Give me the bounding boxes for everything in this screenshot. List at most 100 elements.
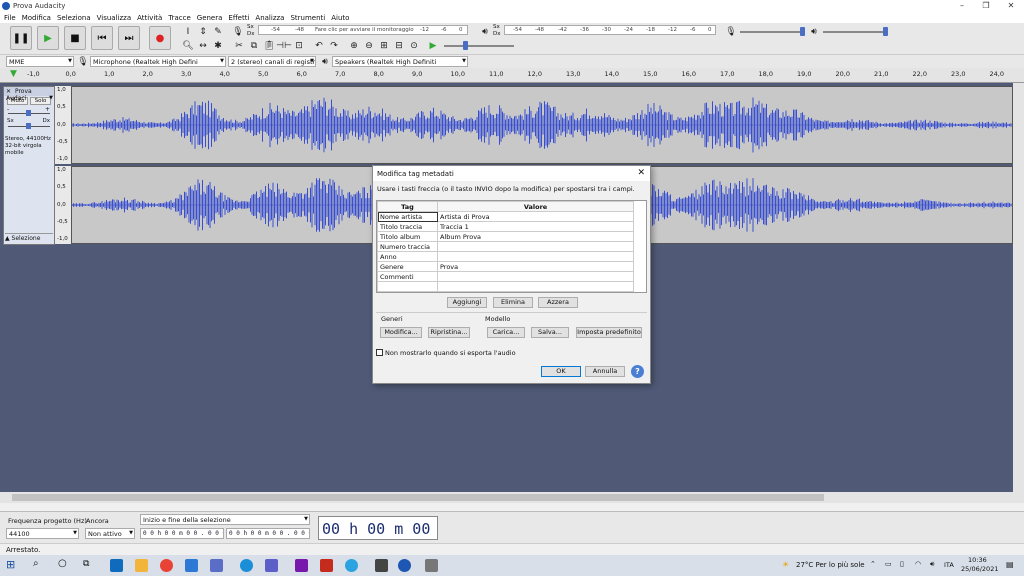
menu-tracks[interactable]: Tracce: [168, 14, 190, 22]
tag-cell[interactable]: Numero traccia: [377, 241, 438, 252]
menu-effect[interactable]: Effetti: [228, 14, 249, 22]
multi-tool-icon[interactable]: ✱: [211, 39, 225, 52]
menu-transport[interactable]: Attività: [137, 14, 162, 22]
menu-select[interactable]: Seleziona: [57, 14, 91, 22]
audio-host-select[interactable]: MME ▼: [6, 56, 74, 67]
wifi-icon[interactable]: ◠: [915, 560, 921, 568]
battery-icon[interactable]: ▯: [900, 560, 904, 568]
chrome-icon[interactable]: [160, 559, 173, 572]
word-icon[interactable]: [185, 559, 198, 572]
value-cell[interactable]: Artista di Prova: [437, 211, 634, 222]
stop-button[interactable]: ■: [64, 26, 86, 50]
tag-cell[interactable]: Genere: [377, 261, 438, 272]
app-icon[interactable]: [375, 559, 388, 572]
play-speed-thumb[interactable]: [463, 41, 468, 50]
value-cell[interactable]: [437, 271, 634, 282]
horizontal-scroll-thumb[interactable]: [12, 494, 824, 501]
redo-icon[interactable]: ↷: [327, 39, 341, 52]
edit-genres-button[interactable]: Modifica...: [380, 327, 422, 338]
record-meter[interactable]: -54 -48 Fare clic per avviare il monitor…: [258, 25, 468, 35]
play-speed-slider[interactable]: [444, 45, 514, 47]
teams-chat-icon[interactable]: [265, 559, 278, 572]
fit-project-icon[interactable]: ⊟: [392, 39, 406, 52]
close-track-icon[interactable]: ✕: [6, 88, 11, 95]
menu-generate[interactable]: Genera: [197, 14, 223, 22]
recording-device-select[interactable]: Microphone (Realtek High Defini ▼: [90, 56, 226, 67]
solo-button[interactable]: Solo: [30, 97, 51, 105]
clock-date[interactable]: 25/06/2021: [961, 565, 998, 573]
value-cell[interactable]: Prova: [437, 261, 634, 272]
skip-end-button[interactable]: ⏭: [118, 26, 140, 50]
menu-edit[interactable]: Modifica: [22, 14, 51, 22]
value-cell[interactable]: Traccia 1: [437, 221, 634, 232]
play-head-icon[interactable]: ▼: [10, 69, 17, 79]
waveform-left-channel[interactable]: [71, 86, 1013, 164]
fit-selection-icon[interactable]: ⊞: [377, 39, 391, 52]
menu-view[interactable]: Visualizza: [97, 14, 131, 22]
playback-meter[interactable]: -54 -48 -42 -36 -30 -24 -18 -12 -6 0: [504, 25, 716, 35]
menu-file[interactable]: File: [4, 14, 16, 22]
file-explorer-icon[interactable]: [135, 559, 148, 572]
app-icon[interactable]: [425, 559, 438, 572]
play-at-speed-icon[interactable]: ▶: [426, 39, 440, 52]
track-menu-chevron-icon[interactable]: ▼: [49, 95, 53, 101]
search-icon[interactable]: ⌕: [33, 558, 39, 569]
time-display[interactable]: 00 h 00 m 00 s: [318, 516, 438, 540]
record-volume-slider[interactable]: [740, 31, 804, 33]
selection-mode-select[interactable]: Inizio e fine della selezione ▼: [140, 514, 310, 525]
outlook-icon[interactable]: [110, 559, 123, 572]
selection-tool-icon[interactable]: I: [181, 25, 195, 38]
tag-cell[interactable]: Anno: [377, 251, 438, 262]
trim-icon[interactable]: ⊣⊢: [276, 39, 292, 52]
snap-select[interactable]: Non attivo ▼: [85, 528, 135, 539]
value-cell[interactable]: [437, 281, 634, 292]
notifications-icon[interactable]: ▤: [1006, 560, 1014, 569]
windows-start-icon[interactable]: ⊞: [6, 558, 15, 571]
horizontal-scrollbar[interactable]: [0, 492, 1013, 503]
tag-cell[interactable]: Commenti: [377, 271, 438, 282]
value-cell[interactable]: Album Prova: [437, 231, 634, 242]
play-button[interactable]: ▶: [37, 26, 59, 50]
clear-button[interactable]: Azzera: [538, 297, 578, 308]
volume-icon[interactable]: 🔊︎: [930, 560, 934, 569]
add-button[interactable]: Aggiungi: [447, 297, 487, 308]
draw-tool-icon[interactable]: ✎: [211, 25, 225, 38]
menu-analyze[interactable]: Analizza: [255, 14, 284, 22]
select-track-button[interactable]: Selezione: [12, 235, 41, 242]
remove-button[interactable]: Elimina: [493, 297, 533, 308]
edge-icon[interactable]: [240, 559, 253, 572]
playback-device-select[interactable]: Speakers (Realtek High Definiti ▼: [332, 56, 468, 67]
set-default-button[interactable]: Imposta predefinito: [576, 327, 642, 338]
weather-text[interactable]: 27°C Per lo più sole: [796, 561, 865, 569]
pan-thumb[interactable]: [26, 123, 31, 129]
minimize-button[interactable]: –: [950, 0, 974, 12]
close-button[interactable]: ✕: [999, 0, 1023, 12]
collapse-icon[interactable]: ▲: [5, 235, 10, 242]
ok-button[interactable]: OK: [541, 366, 581, 377]
telegram-icon[interactable]: [345, 559, 358, 572]
recording-channels-select[interactable]: 2 (stereo) canali di registrazi ▼: [228, 56, 316, 67]
load-template-button[interactable]: Carica...: [487, 327, 525, 338]
dont-show-checkbox[interactable]: [376, 349, 383, 356]
onenote-icon[interactable]: [295, 559, 308, 572]
silence-icon[interactable]: ⊡: [292, 39, 306, 52]
selection-end-field[interactable]: 0 0 h 0 0 m 0 0 . 0 0 0 s: [226, 528, 310, 539]
menu-tools[interactable]: Strumenti: [290, 14, 325, 22]
play-volume-thumb[interactable]: [883, 27, 888, 36]
project-rate-select[interactable]: 44100 ▼: [6, 528, 79, 539]
tag-cell[interactable]: Nome artista: [377, 211, 438, 222]
audacity-taskbar-icon[interactable]: [398, 559, 411, 572]
task-view-icon[interactable]: ⧉: [83, 559, 89, 569]
tag-cell[interactable]: [377, 281, 438, 292]
dialog-close-icon[interactable]: ✕: [637, 168, 645, 178]
menu-help[interactable]: Aiuto: [331, 14, 349, 22]
network-icon[interactable]: ▭: [885, 560, 892, 568]
play-volume-slider[interactable]: [823, 31, 887, 33]
maximize-button[interactable]: ❐: [974, 0, 998, 12]
undo-icon[interactable]: ↶: [312, 39, 326, 52]
tag-cell[interactable]: Titolo traccia: [377, 221, 438, 232]
tray-chevron-icon[interactable]: ⌃: [870, 560, 876, 568]
save-template-button[interactable]: Salva...: [531, 327, 569, 338]
help-icon[interactable]: ?: [631, 365, 644, 378]
timeline-ruler[interactable]: ▼ -1,0 0,0 1,0 2,0 3,0 4,0 5,0 6,0 7,0 8,0 9,0 10,0…: [0, 68, 1024, 83]
